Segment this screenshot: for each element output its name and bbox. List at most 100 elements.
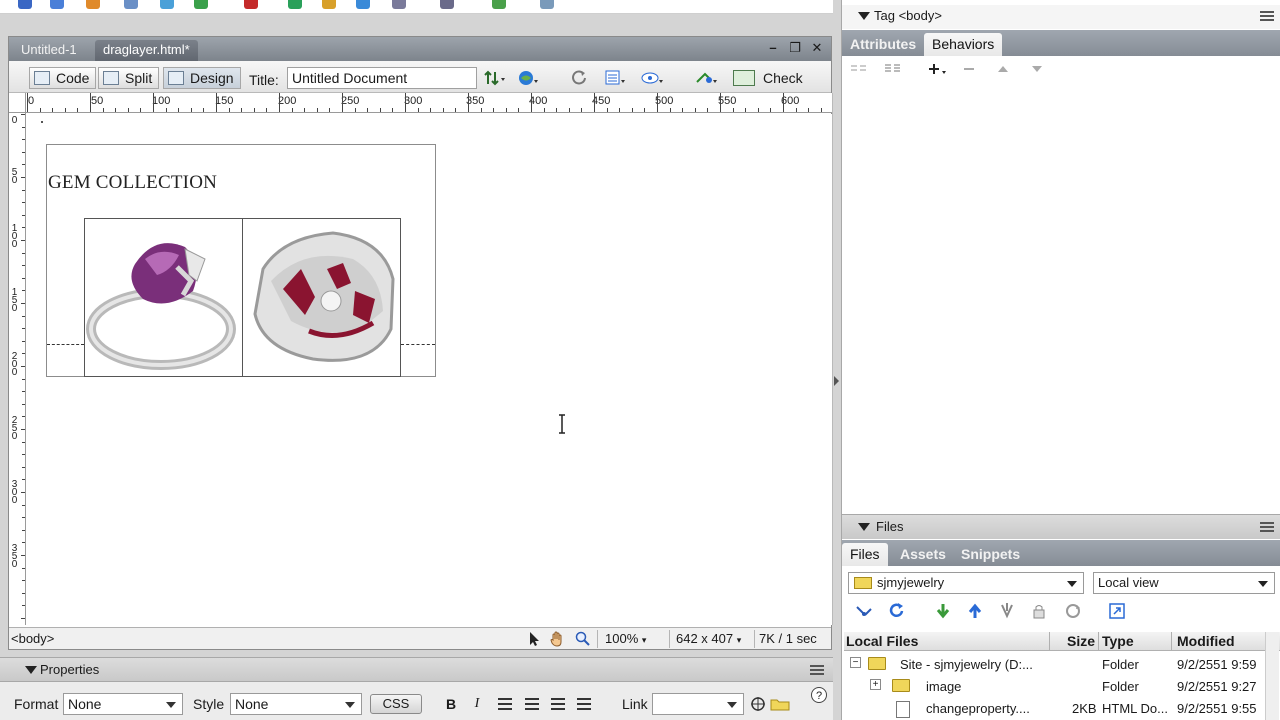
check-out-icon[interactable] [998, 602, 1016, 620]
tab-assets[interactable]: Assets [892, 543, 954, 566]
design-canvas[interactable]: GEM COLLECTION [27, 114, 832, 625]
layer-icon[interactable] [160, 0, 174, 9]
tag-inspector-header[interactable]: Tag <body> [842, 5, 1280, 29]
file-row[interactable]: changeproperty.... 2KB HTML Do... 9/2/25… [844, 698, 1280, 720]
media-icon[interactable] [244, 0, 258, 9]
image-icon[interactable] [194, 0, 208, 9]
tab-attributes[interactable]: Attributes [842, 33, 924, 56]
get-files-icon[interactable] [934, 602, 952, 620]
bold-button[interactable]: B [442, 695, 460, 713]
help-icon[interactable]: ? [810, 686, 828, 707]
split-view-button[interactable]: Split [98, 67, 160, 89]
align-center-icon[interactable] [525, 698, 539, 710]
comment-icon[interactable] [356, 0, 370, 9]
link-input[interactable] [652, 693, 744, 715]
templates-icon[interactable] [492, 0, 506, 9]
column-modified[interactable]: Modified [1177, 633, 1235, 649]
tag-chooser-icon[interactable] [540, 0, 554, 9]
refresh-icon[interactable] [571, 70, 589, 86]
files-vertical-scrollbar[interactable] [1265, 632, 1279, 720]
put-files-icon[interactable] [966, 602, 984, 620]
css-button[interactable]: CSS [370, 694, 422, 714]
gem-image-table[interactable] [84, 218, 401, 377]
italic-button[interactable]: I [468, 695, 486, 713]
select-tool-icon[interactable] [526, 631, 542, 647]
check-in-icon[interactable] [1030, 602, 1048, 620]
ruby-ring-cell[interactable] [243, 219, 401, 376]
vertical-ruler[interactable]: 0 50 100 150 200 250 300 350 [9, 113, 26, 625]
collapse-triangle-icon[interactable] [858, 523, 870, 531]
justify-icon[interactable] [577, 698, 591, 710]
design-view-button[interactable]: Design [163, 67, 241, 89]
tag-selector[interactable]: <body> [11, 631, 54, 646]
synchronize-icon[interactable] [1064, 602, 1082, 620]
script-icon[interactable] [440, 0, 454, 9]
window-size-select[interactable]: 642 x 407 ▾ [676, 631, 741, 646]
expand-site-icon[interactable] [1108, 602, 1126, 620]
tab-draglayer[interactable]: draglayer.html* [95, 40, 198, 61]
move-down-icon[interactable] [1030, 62, 1046, 76]
close-icon[interactable]: ✕ [809, 40, 825, 56]
move-up-icon[interactable] [996, 62, 1012, 76]
date-icon[interactable] [288, 0, 302, 9]
head-icon[interactable] [392, 0, 406, 9]
zoom-tool-icon[interactable] [575, 631, 591, 647]
collapse-panels-icon[interactable] [834, 376, 839, 386]
restore-icon[interactable]: ❐ [787, 40, 803, 56]
collapse-triangle-icon[interactable] [25, 666, 37, 674]
properties-header[interactable]: Properties [0, 658, 833, 682]
site-select[interactable]: sjmyjewelry [848, 572, 1084, 594]
amethyst-ring-image[interactable] [85, 219, 243, 376]
point-to-file-icon[interactable] [750, 696, 766, 715]
table-icon[interactable] [124, 0, 138, 9]
column-size[interactable]: Size [1067, 633, 1095, 649]
files-header[interactable]: Files [842, 515, 1280, 539]
file-management-icon[interactable] [484, 70, 505, 86]
preview-browser-icon[interactable] [518, 70, 538, 86]
tab-behaviors[interactable]: Behaviors [924, 33, 1003, 56]
panel-options-icon[interactable] [1260, 11, 1274, 21]
panel-splitter[interactable] [833, 0, 841, 720]
horizontal-ruler[interactable]: 0 50 100 150 200 250 300 350 400 450 500… [26, 93, 832, 113]
tab-files[interactable]: Files [842, 543, 888, 566]
collapse-triangle-icon[interactable] [858, 12, 870, 20]
gem-collection-heading[interactable]: GEM COLLECTION [48, 172, 217, 194]
visual-aids-icon[interactable] [641, 70, 663, 86]
amethyst-ring-cell[interactable] [85, 219, 243, 376]
file-row[interactable]: + image Folder 9/2/2551 9:27 [844, 676, 1280, 698]
check-page-button[interactable]: Check Page [731, 67, 831, 108]
column-local-files[interactable]: Local Files [846, 633, 918, 649]
add-behavior-icon[interactable] [928, 62, 946, 76]
refresh-files-icon[interactable] [888, 602, 906, 620]
tab-untitled-1[interactable]: Untitled-1 [13, 40, 85, 61]
hand-tool-icon[interactable] [549, 631, 565, 647]
view-options-icon[interactable] [605, 70, 625, 86]
view-select[interactable]: Local view [1093, 572, 1275, 594]
file-row[interactable]: − Site - sjmyjewelry (D:... Folder 9/2/2… [844, 654, 1280, 676]
format-select[interactable]: None [63, 693, 183, 715]
tab-snippets[interactable]: Snippets [953, 543, 1028, 566]
ruler-origin[interactable] [9, 93, 26, 113]
expand-tree-icon[interactable]: + [870, 679, 881, 690]
server-side-include-icon[interactable] [322, 0, 336, 9]
collapse-tree-icon[interactable]: − [850, 657, 861, 668]
show-set-events-icon[interactable] [850, 62, 866, 76]
show-all-events-icon[interactable] [884, 62, 900, 76]
hyperlink-icon[interactable] [18, 0, 32, 9]
zoom-select[interactable]: 100% ▾ [605, 631, 646, 646]
named-anchor-icon[interactable] [86, 0, 100, 9]
code-view-button[interactable]: Code [29, 67, 97, 89]
minimize-icon[interactable]: – [765, 40, 781, 56]
ruby-ring-image[interactable] [243, 219, 401, 376]
align-left-icon[interactable] [498, 698, 512, 710]
gem-layer[interactable]: GEM COLLECTION [46, 144, 436, 377]
align-right-icon[interactable] [551, 698, 565, 710]
validate-markup-icon[interactable] [695, 70, 717, 86]
panel-options-icon[interactable] [1260, 522, 1274, 532]
remove-behavior-icon[interactable] [962, 62, 978, 76]
panel-options-icon[interactable] [810, 665, 824, 675]
behaviors-list[interactable] [842, 82, 1280, 514]
style-select[interactable]: None [230, 693, 362, 715]
browse-folder-icon[interactable] [770, 697, 790, 714]
document-title-input[interactable] [287, 67, 477, 89]
